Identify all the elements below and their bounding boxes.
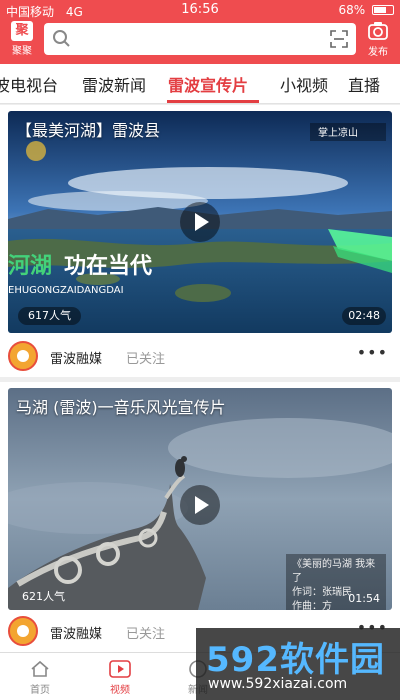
category-tabs: 波电视台 雷波新闻 雷波宣传片 小视频 直播 (0, 64, 400, 104)
song-title-line: 《美丽的马湖 我来了 (292, 559, 376, 584)
watermark-url: www.592xiazai.com (208, 676, 348, 692)
video-overlay-text-green: 河湖 (8, 254, 52, 279)
video-meta-row: 雷波融媒 已关注 ••• (0, 335, 400, 379)
battery-fill (374, 7, 386, 13)
video-card: 马湖 (雷波)一音乐风光宣传片 《美丽的马湖 我来了 作词：张瑞民 作曲：方 6… (0, 382, 400, 652)
video-thumbnail[interactable]: 河湖 功在当代 EHUGONGZAIDANGDAI 掌上凉山 【最美河湖】雷波县… (8, 111, 392, 333)
video-title: 马湖 (雷波)一音乐风光宣传片 (16, 398, 226, 417)
tab-short-videos[interactable]: 小视频 (280, 72, 328, 96)
view-count: 617人气 (18, 307, 81, 325)
tab-promo-videos[interactable]: 雷波宣传片 (168, 72, 248, 96)
scan-icon[interactable] (330, 30, 348, 48)
video-title: 【最美河湖】雷波县 (16, 121, 161, 140)
app-header: 中国移动 4G 16:56 68% 聚 聚聚 发布 (0, 0, 400, 64)
jujie-icon: 聚 (11, 21, 33, 41)
battery-icon (372, 5, 394, 15)
video-thumbnail[interactable]: 马湖 (雷波)一音乐风光宣传片 《美丽的马湖 我来了 作词：张瑞民 作曲：方 6… (8, 388, 392, 610)
site-watermark: 592软件园 www.592xiazai.com (196, 628, 400, 700)
video-card: 河湖 功在当代 EHUGONGZAIDANGDAI 掌上凉山 【最美河湖】雷波县… (0, 105, 400, 377)
video-overlay-pinyin: EHUGONGZAIDANGDAI (8, 285, 124, 296)
tab-leibo-news[interactable]: 雷波新闻 (82, 72, 146, 96)
play-button[interactable] (180, 485, 220, 525)
follow-status[interactable]: 已关注 (126, 623, 165, 642)
jujie-label: 聚聚 (12, 46, 32, 57)
video-icon (109, 660, 131, 678)
battery-percent: 68% (338, 3, 366, 17)
nav-video[interactable]: 视频 (90, 659, 150, 696)
source-name[interactable]: 雷波融媒 (50, 348, 102, 367)
tab-live[interactable]: 直播 (348, 72, 380, 96)
video-duration: 02:48 (342, 307, 386, 325)
video-duration: 01:54 (348, 592, 380, 605)
video-overlay-text-white: 功在当代 (64, 253, 152, 279)
view-count: 621人气 (22, 590, 65, 603)
search-bar[interactable] (44, 23, 356, 55)
publish-label: 发布 (368, 47, 388, 58)
status-bar: 中国移动 4G 16:56 68% (0, 0, 400, 20)
source-name[interactable]: 雷波融媒 (50, 623, 102, 642)
follow-status[interactable]: 已关注 (126, 348, 165, 367)
nav-home-label: 首页 (30, 685, 50, 696)
search-icon (53, 30, 70, 47)
more-options-icon[interactable]: ••• (357, 343, 388, 362)
source-avatar[interactable] (8, 616, 38, 646)
nav-home[interactable]: 首页 (10, 659, 70, 696)
nav-video-label: 视频 (110, 685, 130, 696)
publish-button[interactable]: 发布 (360, 20, 396, 60)
active-tab-indicator (167, 100, 259, 103)
jujie-button[interactable]: 聚 聚聚 (4, 20, 40, 60)
source-avatar[interactable] (8, 341, 38, 371)
tab-tv-station[interactable]: 波电视台 (0, 72, 58, 96)
home-icon (31, 660, 49, 677)
watermark-logo-text: 592软件园 (206, 640, 385, 680)
camera-icon (368, 22, 388, 40)
channel-logo-text: 掌上凉山 (318, 126, 358, 139)
play-button[interactable] (180, 202, 220, 242)
